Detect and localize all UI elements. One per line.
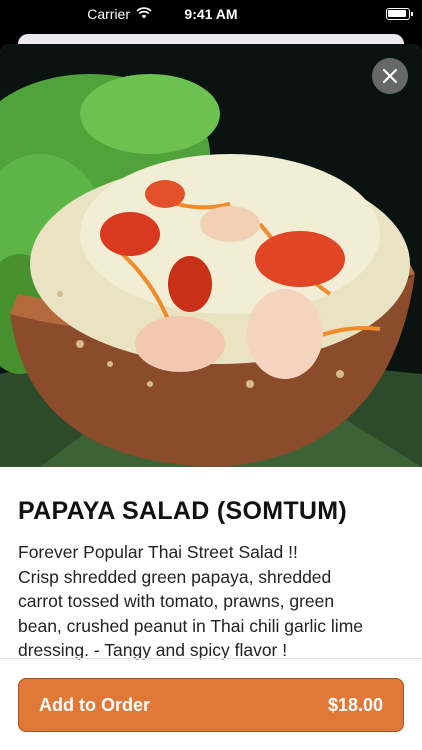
item-photo xyxy=(0,44,422,467)
description-line: Forever Popular Thai Street Salad !! xyxy=(18,542,298,562)
item-detail-sheet: PAPAYA SALAD (SOMTUM) Forever Popular Th… xyxy=(0,44,422,750)
description-line: bean, crushed peanut in Thai chili garli… xyxy=(18,615,364,636)
status-right xyxy=(270,8,413,20)
carrier-label: Carrier xyxy=(87,6,130,22)
wifi-icon xyxy=(136,6,152,22)
description-line: Crisp shredded green papaya, shredded xyxy=(18,566,332,587)
item-description: Forever Popular Thai Street Salad !! Cri… xyxy=(18,540,404,663)
add-to-order-label: Add to Order xyxy=(39,694,150,715)
status-bar: Carrier 9:41 AM xyxy=(0,0,422,28)
add-to-order-button[interactable]: Add to Order $18.00 xyxy=(18,678,404,732)
close-button[interactable] xyxy=(372,58,408,94)
status-left: Carrier xyxy=(12,6,152,22)
item-title: PAPAYA SALAD (SOMTUM) xyxy=(18,497,348,525)
battery-icon xyxy=(386,8,413,20)
close-icon xyxy=(382,68,398,84)
status-time-wrap: 9:41 AM xyxy=(152,6,270,22)
status-time: 9:41 AM xyxy=(184,6,238,22)
item-price: $18.00 xyxy=(327,694,383,715)
footer-divider xyxy=(0,658,422,659)
description-line: carrot tossed with tomato, prawns, green xyxy=(18,591,335,611)
item-info: PAPAYA SALAD (SOMTUM) Forever Popular Th… xyxy=(0,467,422,663)
